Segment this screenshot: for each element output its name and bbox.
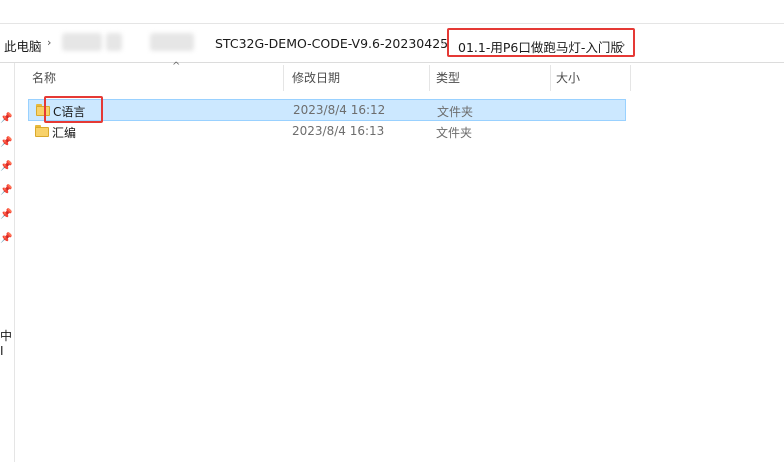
file-name[interactable]: 汇编: [52, 124, 76, 141]
file-type: 文件夹: [437, 105, 474, 119]
pin-icon[interactable]: 📌: [0, 209, 12, 220]
file-type: 文件夹: [436, 126, 473, 140]
column-divider[interactable]: [630, 65, 631, 91]
pin-icon[interactable]: 📌: [0, 113, 12, 124]
pin-icon[interactable]: 📌: [0, 161, 12, 172]
breadcrumb-current[interactable]: 01.1-用P6口做跑马灯-入门版: [458, 37, 623, 56]
file-modified: 2023/8/4 16:13: [292, 124, 385, 138]
file-row-selected[interactable]: C语言 2023/8/4 16:12 文件夹: [28, 99, 626, 121]
column-header-modified[interactable]: 修改日期: [292, 63, 340, 93]
column-header-size[interactable]: 大小: [556, 63, 580, 93]
title-strip: [0, 0, 784, 24]
navigation-pane[interactable]: 📌 📌 📌 📌 📌 📌 中I: [0, 63, 15, 462]
column-divider[interactable]: [550, 65, 551, 91]
file-modified: 2023/8/4 16:12: [293, 103, 386, 117]
redacted-crumb: [62, 33, 102, 51]
column-header-type[interactable]: 类型: [436, 63, 460, 93]
chevron-right-icon[interactable]: ›: [621, 38, 625, 51]
folder-icon: [35, 125, 49, 137]
address-bar[interactable]: 此电脑 › STC32G-DEMO-CODE-V9.6-20230425 ›: [0, 24, 784, 63]
column-header-row: 名称 ^ 修改日期 类型 大小: [24, 61, 636, 93]
column-divider[interactable]: [429, 65, 430, 91]
pin-icon[interactable]: 📌: [0, 137, 12, 148]
pin-icon[interactable]: 📌: [0, 185, 12, 196]
redacted-crumb: [106, 33, 122, 51]
breadcrumb-folder[interactable]: STC32G-DEMO-CODE-V9.6-20230425: [215, 36, 448, 51]
sort-ascending-icon: ^: [172, 61, 181, 72]
file-row[interactable]: 汇编 2023/8/4 16:13 文件夹: [28, 121, 626, 143]
selected-name-highlight: [44, 96, 103, 123]
column-header-name[interactable]: 名称: [32, 63, 56, 93]
breadcrumb-this-pc[interactable]: 此电脑: [4, 36, 42, 55]
chevron-right-icon[interactable]: ›: [47, 36, 51, 49]
pin-icon[interactable]: 📌: [0, 233, 12, 244]
redacted-crumb: [150, 33, 194, 51]
chevron-right-icon[interactable]: ›: [441, 36, 445, 49]
nav-item-partial[interactable]: 中I: [0, 327, 14, 358]
column-divider[interactable]: [283, 65, 284, 91]
